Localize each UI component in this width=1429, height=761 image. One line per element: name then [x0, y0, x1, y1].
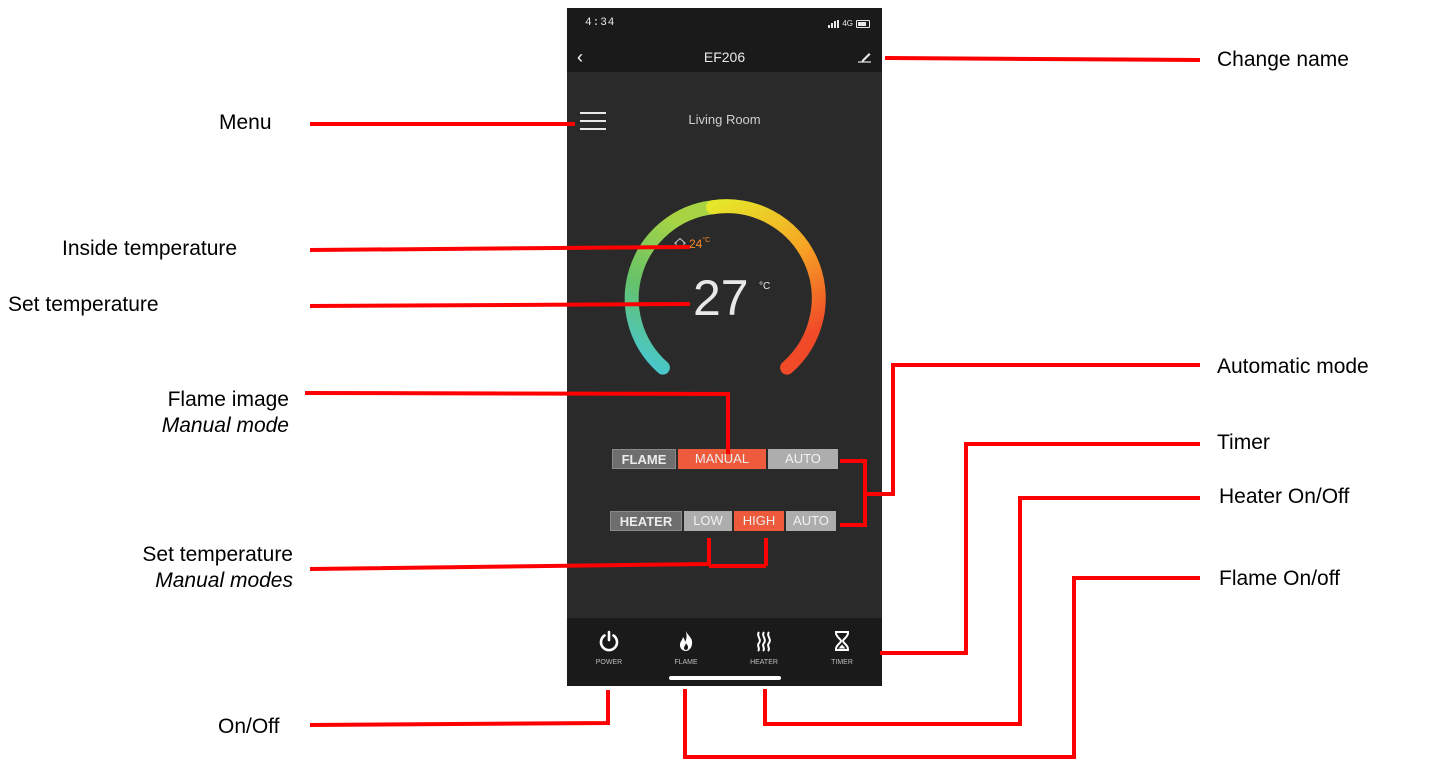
annotation-automatic-mode: Automatic mode [1217, 355, 1369, 378]
annotation-set-temperature-manual-sub: Manual modes [155, 569, 293, 592]
annotation-onoff: On/Off [218, 715, 280, 738]
annotation-heater-onoff: Heater On/Off [1219, 485, 1350, 508]
annotation-set-temperature-manual: Set temperature Manual modes [60, 542, 293, 594]
annotation-flame-image-title: Flame image [167, 388, 289, 411]
annotation-timer: Timer [1217, 431, 1270, 454]
annotation-set-temperature-manual-title: Set temperature [142, 543, 293, 566]
annotation-change-name: Change name [1217, 48, 1349, 71]
annotation-lines [304, 56, 1201, 759]
annotation-set-temperature: Set temperature [8, 293, 159, 316]
annotation-flame-image-sub: Manual mode [161, 414, 289, 437]
annotation-flame-onoff: Flame On/off [1219, 567, 1340, 590]
annotation-flame-image: Flame image Manual mode [100, 387, 289, 439]
annotation-inside-temperature: Inside temperature [62, 237, 238, 260]
annotation-menu: Menu [219, 111, 272, 134]
